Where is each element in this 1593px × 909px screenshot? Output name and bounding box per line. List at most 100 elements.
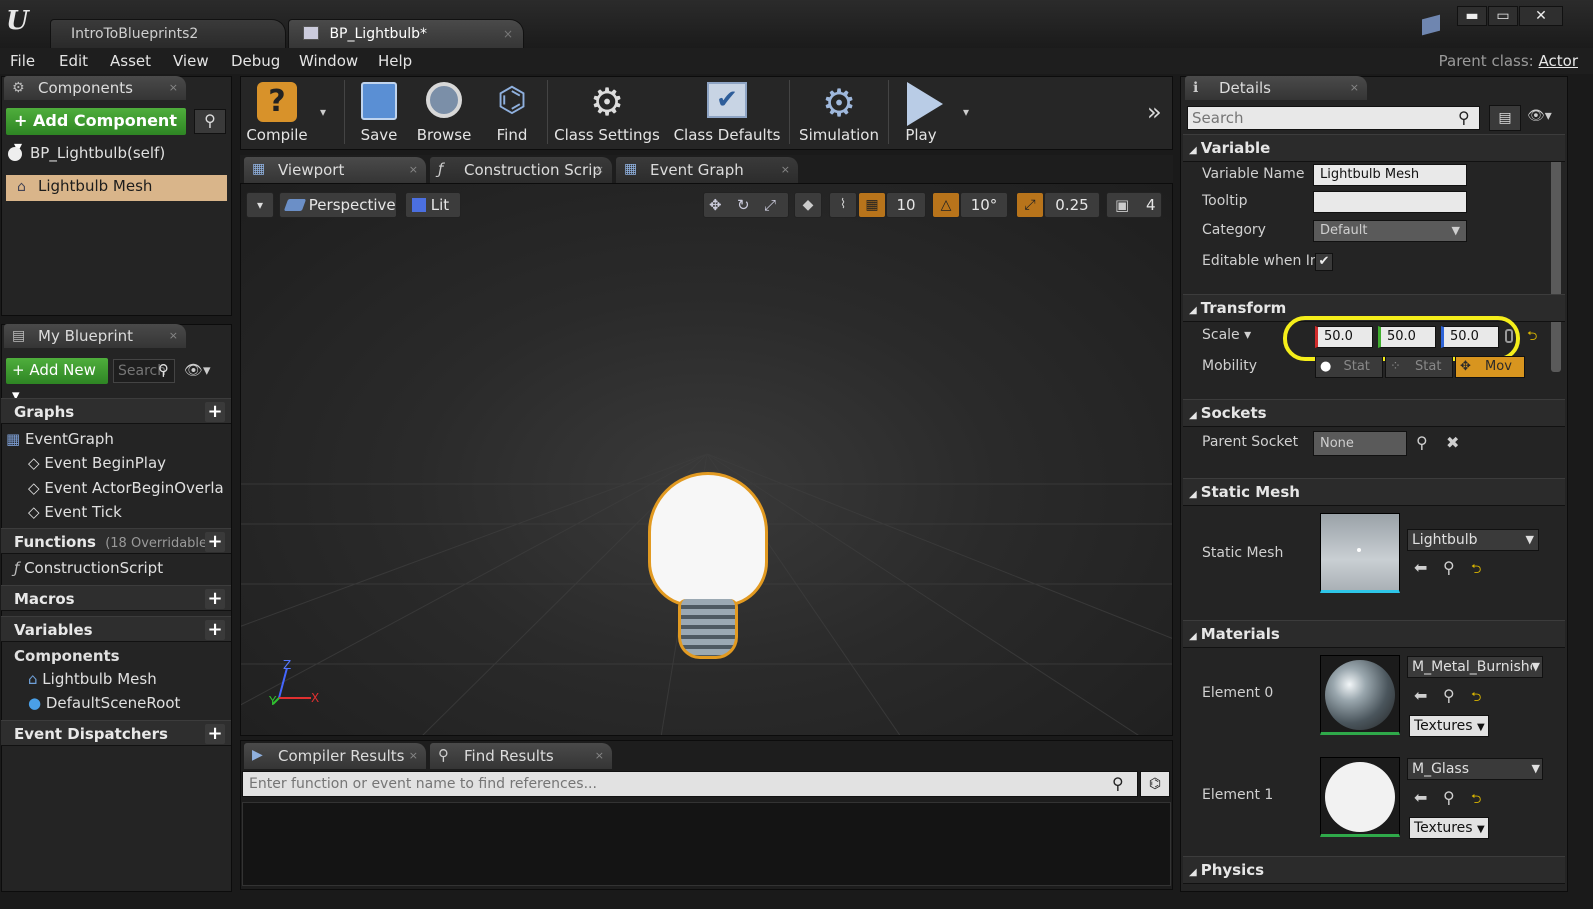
- close-icon[interactable]: ×: [409, 157, 418, 183]
- find-references-input[interactable]: [242, 771, 1138, 797]
- details-tab[interactable]: ℹ Details ×: [1185, 76, 1367, 100]
- menu-help[interactable]: Help: [378, 52, 412, 70]
- search-icon[interactable]: ⚲: [194, 109, 226, 134]
- components-category[interactable]: Components: [14, 647, 120, 665]
- compile-options-icon[interactable]: ▾: [320, 105, 326, 119]
- add-dispatcher-button[interactable]: +: [205, 724, 225, 744]
- minimize-button[interactable]: ▬: [1457, 6, 1487, 26]
- use-selected-arrow-icon[interactable]: ⬅: [1414, 788, 1427, 807]
- menu-asset[interactable]: Asset: [110, 52, 151, 70]
- menu-view[interactable]: View: [173, 52, 209, 70]
- find-button[interactable]: ⌬ Find: [484, 78, 540, 146]
- close-icon[interactable]: ×: [595, 157, 604, 183]
- var-default-scene-root[interactable]: ● DefaultSceneRoot: [28, 694, 180, 712]
- scale-x-field[interactable]: 50.0: [1315, 326, 1373, 348]
- components-tab[interactable]: ⚙ Components ×: [4, 76, 186, 100]
- parent-socket-field[interactable]: None: [1313, 431, 1407, 456]
- translate-icon[interactable]: ✥: [709, 193, 722, 217]
- simulation-button[interactable]: ⚙ Simulation: [796, 78, 882, 146]
- add-macro-button[interactable]: +: [205, 589, 225, 609]
- clear-icon[interactable]: ✖: [1446, 433, 1459, 452]
- tab-construction-script[interactable]: ƒ Construction Scrip ×: [430, 157, 612, 183]
- close-icon[interactable]: ×: [1350, 76, 1359, 100]
- lit-button[interactable]: Lit: [405, 192, 461, 218]
- lightbulb-base[interactable]: [678, 599, 738, 659]
- camera-speed-button[interactable]: ▣ 4: [1106, 192, 1162, 218]
- var-lightbulb-mesh[interactable]: ⌂ Lightbulb Mesh: [28, 670, 157, 688]
- world-local-icon[interactable]: ◆: [794, 192, 822, 218]
- close-icon[interactable]: ×: [169, 76, 178, 100]
- tab-bp-lightbulb[interactable]: BP_Lightbulb* ×: [288, 19, 524, 48]
- event-actorbeginoverlap-item[interactable]: ◇ Event ActorBeginOverla: [28, 479, 224, 497]
- close-icon[interactable]: ×: [169, 324, 178, 348]
- scale-y-field[interactable]: 50.0: [1378, 326, 1436, 348]
- physics-section[interactable]: ◢ Physics: [1183, 856, 1565, 884]
- add-function-button[interactable]: +: [205, 532, 225, 552]
- variables-section[interactable]: Variables +: [1, 616, 231, 642]
- add-variable-button[interactable]: +: [205, 620, 225, 640]
- search-icon[interactable]: ⚲: [1112, 774, 1124, 793]
- editable-checkbox[interactable]: ✔: [1315, 253, 1333, 271]
- class-settings-button[interactable]: ⚙ Class Settings: [552, 78, 662, 146]
- details-scrollbar[interactable]: [1551, 136, 1561, 372]
- menu-edit[interactable]: Edit: [59, 52, 88, 70]
- variable-section[interactable]: ◢ Variable: [1183, 134, 1565, 162]
- lock-icon[interactable]: [1505, 329, 1513, 343]
- search-icon[interactable]: ⚲: [1416, 433, 1428, 452]
- grid-snap-icon[interactable]: ▦: [858, 192, 886, 218]
- browse-asset-icon[interactable]: ⚲: [1443, 788, 1455, 807]
- play-options-icon[interactable]: ▾: [963, 105, 969, 119]
- property-matrix-icon[interactable]: ▤: [1489, 105, 1521, 131]
- mobility-stationary-button[interactable]: ⁘ Stat: [1385, 356, 1453, 378]
- scale-label[interactable]: Scale ▾: [1202, 327, 1251, 343]
- tab-compiler-results[interactable]: ▶ Compiler Results ×: [244, 743, 426, 769]
- textures-1-button[interactable]: Textures ▼: [1409, 817, 1489, 839]
- material-1-thumbnail[interactable]: [1320, 757, 1400, 837]
- lightbulb-glass[interactable]: [648, 472, 768, 607]
- material-0-thumbnail[interactable]: [1320, 655, 1400, 735]
- save-button[interactable]: Save: [352, 78, 406, 146]
- graphs-section[interactable]: Graphs +: [1, 398, 231, 424]
- sockets-section[interactable]: ◢ Sockets: [1183, 399, 1565, 427]
- browse-asset-icon[interactable]: ⚲: [1443, 686, 1455, 705]
- add-graph-button[interactable]: +: [205, 402, 225, 422]
- functions-section[interactable]: Functions (18 Overridable) +: [1, 528, 231, 554]
- reset-arrow-icon[interactable]: ⮌: [1471, 560, 1481, 582]
- grid-snap-value[interactable]: 10: [886, 192, 926, 218]
- event-graph-item[interactable]: ▦ EventGraph: [6, 430, 114, 448]
- mobility-static-button[interactable]: ● Stat: [1315, 356, 1383, 378]
- class-defaults-button[interactable]: ✔ Class Defaults: [672, 78, 782, 146]
- category-dropdown[interactable]: Default ▼: [1313, 220, 1467, 242]
- binoculars-icon[interactable]: ⌬: [1140, 771, 1170, 797]
- event-dispatchers-section[interactable]: Event Dispatchers +: [1, 720, 231, 746]
- variable-name-field[interactable]: Lightbulb Mesh: [1313, 164, 1467, 186]
- rotation-snap-value[interactable]: 10°: [960, 192, 1008, 218]
- menu-window[interactable]: Window: [299, 52, 358, 70]
- my-blueprint-tab[interactable]: ▤ My Blueprint ×: [4, 324, 186, 348]
- eye-icon[interactable]: 👁︎▾: [1527, 108, 1552, 124]
- browse-asset-icon[interactable]: ⚲: [1443, 558, 1455, 577]
- compile-button[interactable]: ? Compile: [243, 78, 311, 146]
- add-new-button[interactable]: + Add New ▾: [6, 358, 108, 404]
- use-selected-arrow-icon[interactable]: ⬅: [1414, 558, 1427, 577]
- menu-file[interactable]: File: [10, 52, 35, 70]
- perspective-button[interactable]: Perspective: [279, 192, 397, 218]
- close-icon[interactable]: ×: [503, 20, 513, 49]
- tab-find-results[interactable]: ⚲ Find Results ×: [430, 743, 612, 769]
- maximize-button[interactable]: ▭: [1488, 6, 1518, 26]
- reset-arrow-icon[interactable]: ⮌: [1471, 688, 1481, 710]
- event-tick-item[interactable]: ◇ Event Tick: [28, 503, 122, 521]
- search-icon[interactable]: ⚲: [158, 361, 169, 379]
- play-button[interactable]: Play: [893, 78, 949, 146]
- component-self[interactable]: BP_Lightbulb(self): [30, 144, 165, 162]
- tab-event-graph[interactable]: ▦ Event Graph ×: [616, 157, 798, 183]
- close-window-button[interactable]: ✕: [1519, 6, 1563, 26]
- static-mesh-section[interactable]: ◢ Static Mesh: [1183, 478, 1565, 506]
- static-mesh-dropdown[interactable]: Lightbulb ▼: [1407, 529, 1539, 551]
- close-icon[interactable]: ×: [595, 743, 604, 769]
- close-icon[interactable]: ×: [781, 157, 790, 183]
- tab-viewport[interactable]: ▦ Viewport ×: [244, 157, 426, 183]
- material-0-dropdown[interactable]: M_Metal_Burnishe ▼: [1407, 656, 1543, 678]
- materials-section[interactable]: ◢ Materials: [1183, 620, 1565, 648]
- use-selected-arrow-icon[interactable]: ⬅: [1414, 686, 1427, 705]
